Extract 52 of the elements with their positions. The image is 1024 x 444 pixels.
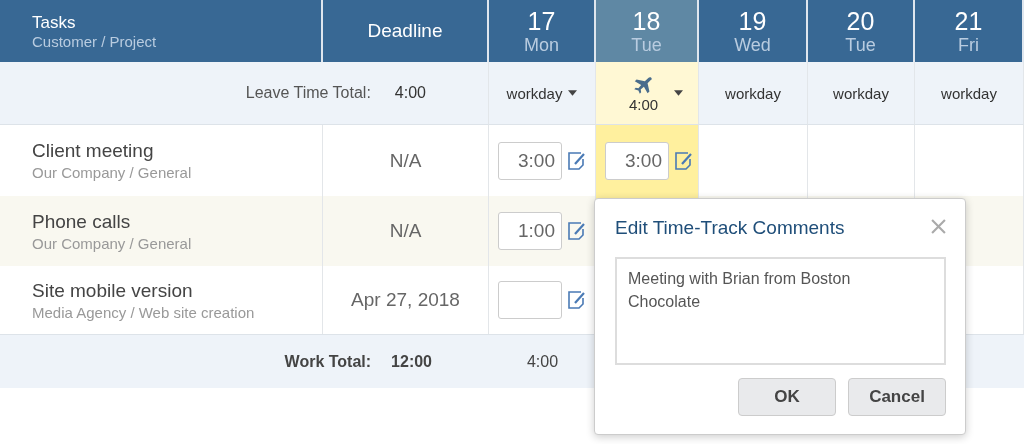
column-title: Deadline [367,20,443,42]
caret-icon [568,90,578,96]
day-header[interactable]: 19 Wed [699,0,808,62]
column-title: Tasks [32,12,77,33]
deadline-value: N/A [389,149,422,172]
day-number: 17 [527,8,556,34]
column-subtitle: Customer / Project [32,32,158,50]
weekday: Tue [631,35,662,54]
weekday: Wed [734,35,771,54]
edit-comment-icon[interactable] [674,150,694,171]
time-input[interactable]: 3:00 [498,141,562,180]
day-type-label: workday [941,84,997,102]
edit-comment-icon[interactable] [567,150,587,171]
caret-icon [674,90,684,96]
day-header[interactable]: 18 Tue [596,0,699,62]
day-header[interactable]: 20 Tue [808,0,915,62]
edit-comment-icon[interactable] [567,221,587,241]
day-type-label: workday [725,84,781,102]
leave-total-value: 4:00 [394,84,426,102]
task-project: Our Company / General [32,164,193,181]
work-total-value: 12:00 [391,352,432,371]
day-number: 20 [846,8,875,34]
day-number: 21 [954,8,983,34]
comment-field[interactable]: Meeting with Brian from Boston Chocolate [615,257,946,365]
day-number: 18 [632,8,661,34]
weekday: Tue [845,35,876,54]
deadline-value: N/A [389,220,422,242]
weekday: Fri [958,35,979,54]
leave-dropdown[interactable]: 4:00 [628,73,684,113]
time-input[interactable]: 1:00 [498,212,562,250]
deadline-value: Apr 27, 2018 [351,289,460,311]
leave-total-label: Leave Time Total: [245,84,371,102]
day-total: 4:00 [526,352,559,371]
day-number: 19 [738,8,767,34]
dialog-title: Edit Time-Track Comments [615,217,845,239]
edit-comment-icon[interactable] [567,290,587,310]
task-name: Phone calls [32,210,132,233]
task-name: Client meeting [32,140,155,162]
task-project: Media Agency / Web site creation [32,303,256,321]
work-total-label: Work Total: [284,352,372,371]
weekday: Mon [524,35,559,54]
ok-button[interactable]: OK [738,378,836,416]
time-input[interactable] [498,281,562,319]
task-project: Our Company / General [32,234,193,252]
task-name: Site mobile version [32,279,194,302]
day-type-dropdown[interactable]: workday [506,84,578,102]
day-type-label: workday [833,84,889,102]
day-header[interactable]: 17 Mon [489,0,596,62]
close-icon[interactable] [931,218,946,234]
time-input[interactable]: 3:00 [605,141,669,180]
cancel-button[interactable]: Cancel [848,378,946,416]
day-header[interactable]: 21 Fri [915,0,1024,62]
